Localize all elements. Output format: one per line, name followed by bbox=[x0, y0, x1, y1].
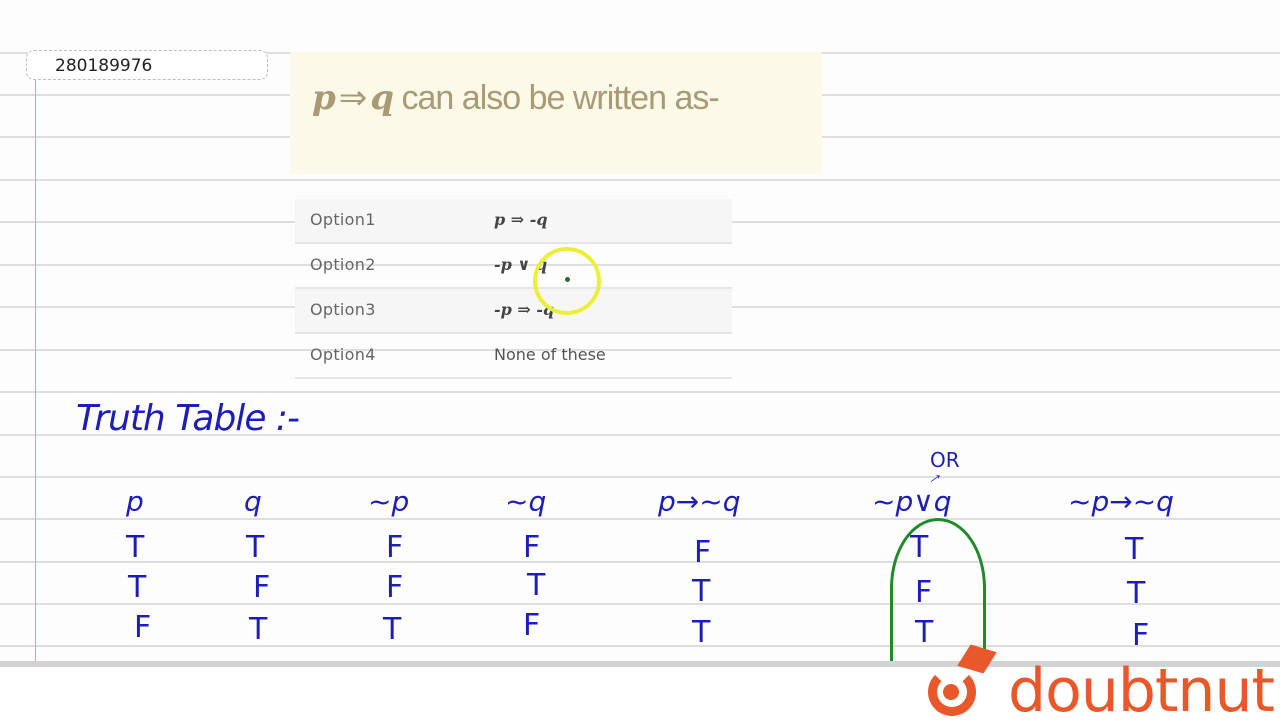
truth-cell: T bbox=[126, 530, 145, 565]
ruled-line bbox=[0, 645, 1280, 647]
question-text: p ⇒ q can also be written as- bbox=[312, 78, 720, 118]
truth-cell: F bbox=[386, 570, 404, 605]
option-label: Option3 bbox=[310, 300, 376, 319]
truth-cell: T bbox=[249, 612, 268, 647]
implies-symbol: ⇒ bbox=[338, 78, 367, 118]
truth-col-header: ~p bbox=[368, 485, 410, 518]
graduation-cap-icon bbox=[957, 644, 997, 674]
ruled-line bbox=[0, 561, 1280, 563]
question-lhs: p bbox=[312, 78, 336, 118]
doubtnut-logo: doubtnut bbox=[928, 644, 1280, 726]
option-value: None of these bbox=[494, 345, 606, 364]
truth-col-header: q bbox=[244, 485, 262, 518]
truth-col-header: ~p∨q bbox=[872, 485, 952, 518]
option-row[interactable]: Option3 -p ⇒ -q bbox=[295, 289, 732, 334]
ruled-line bbox=[0, 603, 1280, 605]
truth-cell: T bbox=[383, 612, 402, 647]
truth-col-header: p bbox=[126, 485, 144, 518]
or-annotation: OR bbox=[930, 448, 960, 472]
option-row[interactable]: Option4 None of these bbox=[295, 334, 732, 379]
question-id: 280189976 bbox=[55, 56, 153, 76]
truth-cell: F bbox=[386, 530, 404, 565]
logo-text: doubtnut bbox=[1008, 656, 1275, 726]
truth-cell: F bbox=[253, 570, 271, 605]
truth-cell: T bbox=[527, 568, 546, 603]
margin-line bbox=[35, 80, 36, 663]
option-label: Option1 bbox=[310, 210, 376, 229]
question-id-box: 280189976 bbox=[26, 50, 268, 80]
question-rhs: q bbox=[370, 78, 394, 118]
ruled-line bbox=[0, 518, 1280, 520]
option-value: p ⇒ -q bbox=[494, 210, 548, 229]
option-row[interactable]: Option1 p ⇒ -q bbox=[295, 199, 732, 244]
truth-col-header: p→~q bbox=[658, 485, 741, 518]
truth-cell: T bbox=[692, 574, 711, 609]
options-table: Option1 p ⇒ -q Option2 -p ∨ q Option3 -p… bbox=[295, 199, 732, 379]
question-body: can also be written as- bbox=[401, 79, 720, 117]
truth-cell: T bbox=[1127, 576, 1146, 611]
truth-cell: T bbox=[692, 615, 711, 650]
truth-cell: F bbox=[523, 530, 541, 565]
ruled-line bbox=[0, 179, 1280, 181]
truth-col-header: ~p→~q bbox=[1068, 485, 1174, 518]
truth-col-header: ~q bbox=[505, 485, 547, 518]
truth-cell: T bbox=[246, 530, 265, 565]
logo-dot-icon bbox=[943, 684, 959, 700]
mouse-cursor bbox=[565, 277, 570, 282]
ruled-line bbox=[0, 391, 1280, 393]
option-label: Option4 bbox=[310, 345, 376, 364]
truth-cell: T bbox=[1125, 532, 1144, 567]
truth-cell: F bbox=[694, 535, 712, 570]
truth-cell: T bbox=[128, 570, 147, 605]
option-label: Option2 bbox=[310, 255, 376, 274]
truth-table-title: Truth Table :- bbox=[76, 398, 300, 439]
truth-cell: F bbox=[134, 610, 152, 645]
option-row[interactable]: Option2 -p ∨ q bbox=[295, 244, 732, 289]
ruled-line bbox=[0, 476, 1280, 478]
truth-cell: F bbox=[523, 608, 541, 643]
question-card: p ⇒ q can also be written as- bbox=[290, 52, 822, 174]
